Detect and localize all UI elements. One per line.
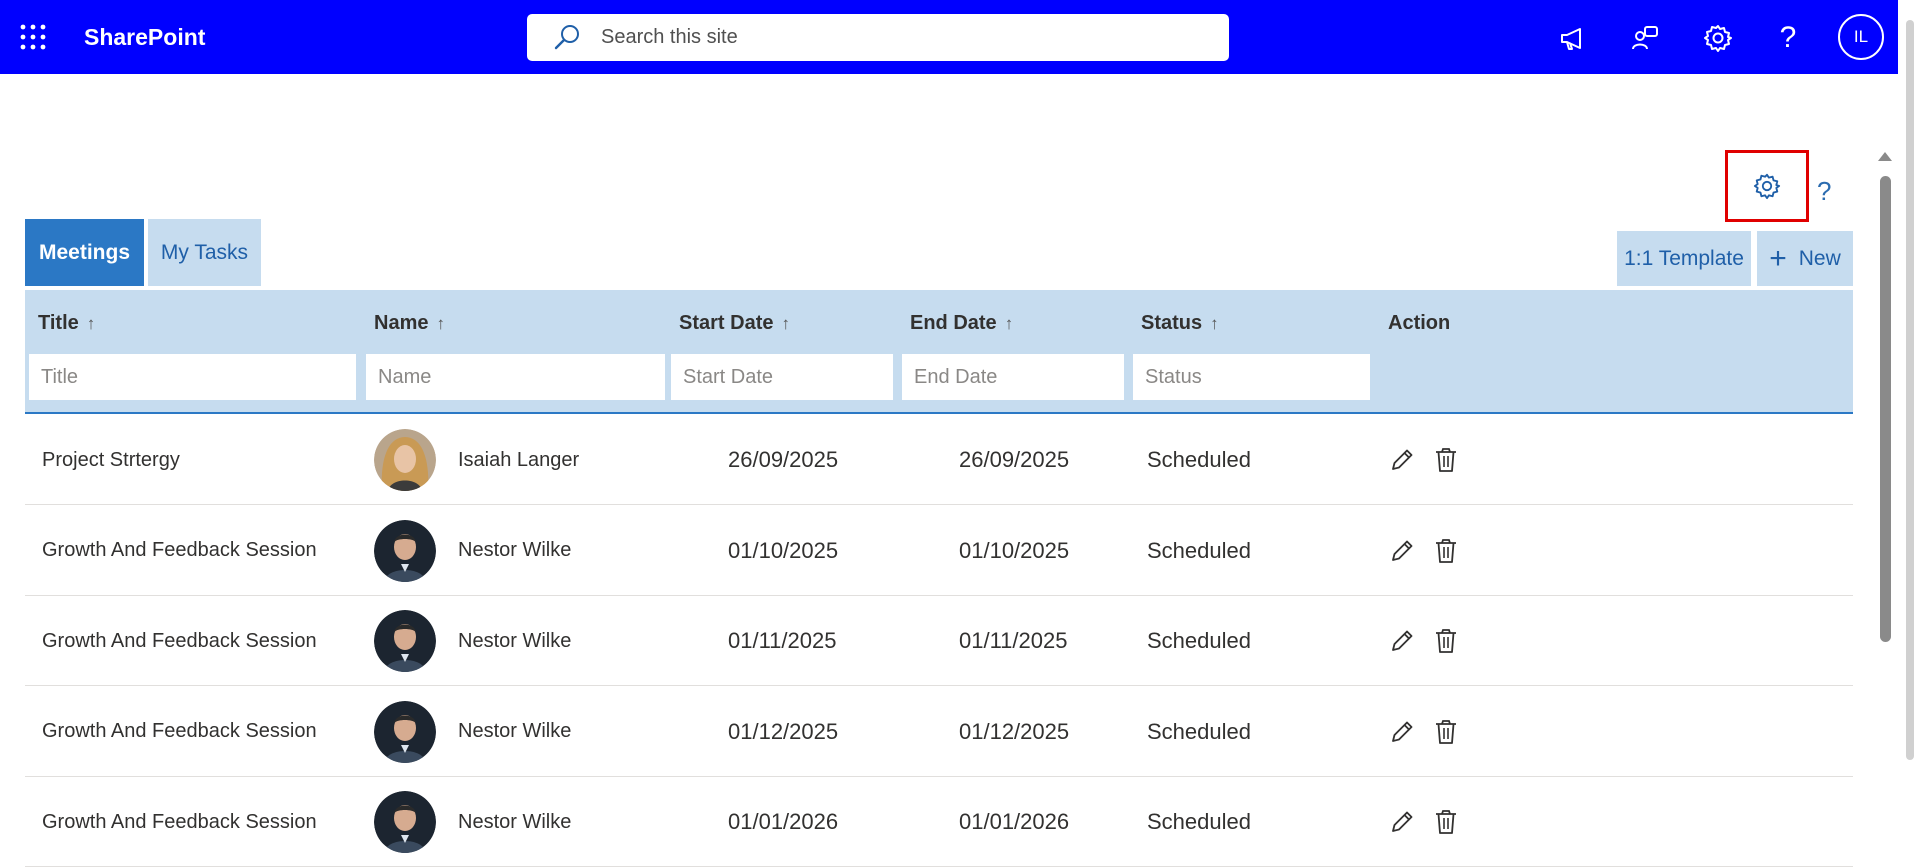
page-scrollbar[interactable] [1906, 20, 1914, 760]
row-name: Nestor Wilke [458, 720, 572, 742]
row-end-date: 01/01/2026 [959, 809, 1070, 834]
delete-trash-icon[interactable] [1432, 445, 1460, 475]
row-start-date: 01/10/2025 [728, 537, 839, 563]
row-status: Scheduled [1147, 447, 1251, 472]
search-box[interactable] [527, 14, 1229, 61]
webpart-help-icon[interactable]: ? [1817, 176, 1831, 207]
column-header-action: Action [1388, 312, 1450, 335]
table-row[interactable]: Project Strtergy Isaiah Langer 26/09/202… [25, 415, 1853, 505]
column-header-title[interactable]: Title ↑ [38, 312, 95, 335]
edit-pencil-icon[interactable] [1388, 536, 1416, 566]
waffle-icon[interactable] [20, 24, 46, 50]
delete-trash-icon[interactable] [1432, 626, 1460, 656]
row-actions [1388, 506, 1460, 596]
grid-header: Title ↑ Name ↑ Start Date ↑ End Date ↑ S… [25, 290, 1853, 414]
plus-icon: + [1769, 241, 1787, 275]
suite-bar: SharePoint ? IL [0, 0, 1898, 74]
male-avatar [374, 506, 436, 596]
row-end-date: 26/09/2025 [959, 447, 1070, 472]
webpart-scrollbar-thumb[interactable] [1880, 176, 1891, 642]
row-end-date: 01/10/2025 [959, 537, 1070, 563]
webpart-settings-button[interactable] [1725, 150, 1809, 222]
row-start-date: 26/09/2025 [728, 447, 839, 472]
table-row[interactable]: Growth And Feedback Session Nestor Wilke… [25, 777, 1853, 867]
sort-arrow-icon: ↑ [1210, 313, 1219, 333]
column-header-end-date[interactable]: End Date ↑ [910, 312, 1013, 335]
edit-pencil-icon[interactable] [1388, 445, 1416, 475]
scroll-up-arrow[interactable] [1878, 152, 1892, 161]
row-title: Growth And Feedback Session [42, 810, 317, 833]
row-title: Project Strtergy [42, 448, 180, 471]
row-actions [1388, 596, 1460, 686]
column-header-start-date[interactable]: Start Date ↑ [679, 312, 790, 335]
row-start-date: 01/12/2025 [728, 718, 839, 744]
row-status: Scheduled [1147, 628, 1251, 653]
column-label: Name [374, 312, 429, 334]
edit-pencil-icon[interactable] [1388, 717, 1416, 747]
sort-arrow-icon: ↑ [1004, 313, 1014, 333]
table-row[interactable]: Growth And Feedback Session Nestor Wilke… [25, 687, 1853, 777]
column-header-name[interactable]: Name ↑ [374, 312, 445, 335]
tab-my-tasks[interactable]: My Tasks [148, 219, 261, 286]
column-label: Title [38, 312, 79, 334]
row-start-date: 01/01/2026 [728, 809, 839, 834]
row-name: Isaiah Langer [458, 448, 580, 471]
filter-name-input[interactable] [366, 354, 665, 400]
male-avatar [374, 687, 436, 777]
new-button-label: New [1798, 246, 1841, 270]
template-button[interactable]: 1:1 Template [1617, 231, 1751, 286]
help-icon[interactable]: ? [1768, 18, 1808, 58]
row-start-date: 01/11/2025 [728, 628, 837, 653]
column-header-status[interactable]: Status ↑ [1141, 312, 1219, 335]
filter-start-date-input[interactable] [671, 354, 893, 400]
sort-arrow-icon: ↑ [436, 313, 445, 333]
edit-pencil-icon[interactable] [1388, 807, 1416, 837]
row-end-date: 01/11/2025 [959, 628, 1068, 653]
table-row[interactable]: Growth And Feedback Session Nestor Wilke… [25, 596, 1853, 686]
row-status: Scheduled [1147, 809, 1251, 834]
table-row[interactable]: Growth And Feedback Session Nestor Wilke… [25, 506, 1853, 596]
row-actions [1388, 777, 1460, 867]
filter-title-input[interactable] [29, 354, 356, 400]
column-label: Action [1388, 312, 1451, 334]
app-name[interactable]: SharePoint [84, 24, 205, 51]
column-label: Start Date [679, 312, 774, 334]
column-label: End Date [910, 312, 997, 334]
row-title: Growth And Feedback Session [42, 720, 317, 742]
male-avatar [374, 777, 436, 867]
edit-pencil-icon[interactable] [1388, 626, 1416, 656]
row-name: Nestor Wilke [458, 629, 572, 652]
row-name: Nestor Wilke [458, 810, 572, 833]
row-status: Scheduled [1147, 718, 1251, 744]
row-title: Growth And Feedback Session [42, 539, 317, 561]
delete-trash-icon[interactable] [1432, 717, 1460, 747]
tab-meetings[interactable]: Meetings [25, 219, 144, 286]
megaphone-icon[interactable] [1553, 18, 1593, 58]
column-label: Status [1141, 312, 1203, 334]
sort-arrow-icon: ↑ [781, 313, 790, 333]
search-icon [554, 24, 579, 49]
row-actions [1388, 415, 1460, 505]
new-button[interactable]: + New [1757, 231, 1853, 286]
row-actions [1388, 687, 1460, 777]
row-name: Nestor Wilke [458, 539, 572, 561]
filter-end-date-input[interactable] [902, 354, 1124, 400]
gear-icon[interactable] [1698, 18, 1738, 58]
male-avatar [374, 596, 436, 686]
delete-trash-icon[interactable] [1432, 536, 1460, 566]
row-title: Growth And Feedback Session [42, 629, 317, 652]
row-end-date: 01/12/2025 [959, 718, 1070, 744]
sort-arrow-icon: ↑ [86, 313, 96, 333]
search-input[interactable] [599, 25, 1203, 50]
filter-status-input[interactable] [1133, 354, 1370, 400]
feedback-icon[interactable] [1626, 18, 1666, 58]
gear-icon [1753, 173, 1781, 200]
user-avatar[interactable]: IL [1838, 14, 1884, 60]
female-avatar [374, 415, 436, 505]
delete-trash-icon[interactable] [1432, 807, 1460, 837]
row-status: Scheduled [1147, 537, 1251, 563]
